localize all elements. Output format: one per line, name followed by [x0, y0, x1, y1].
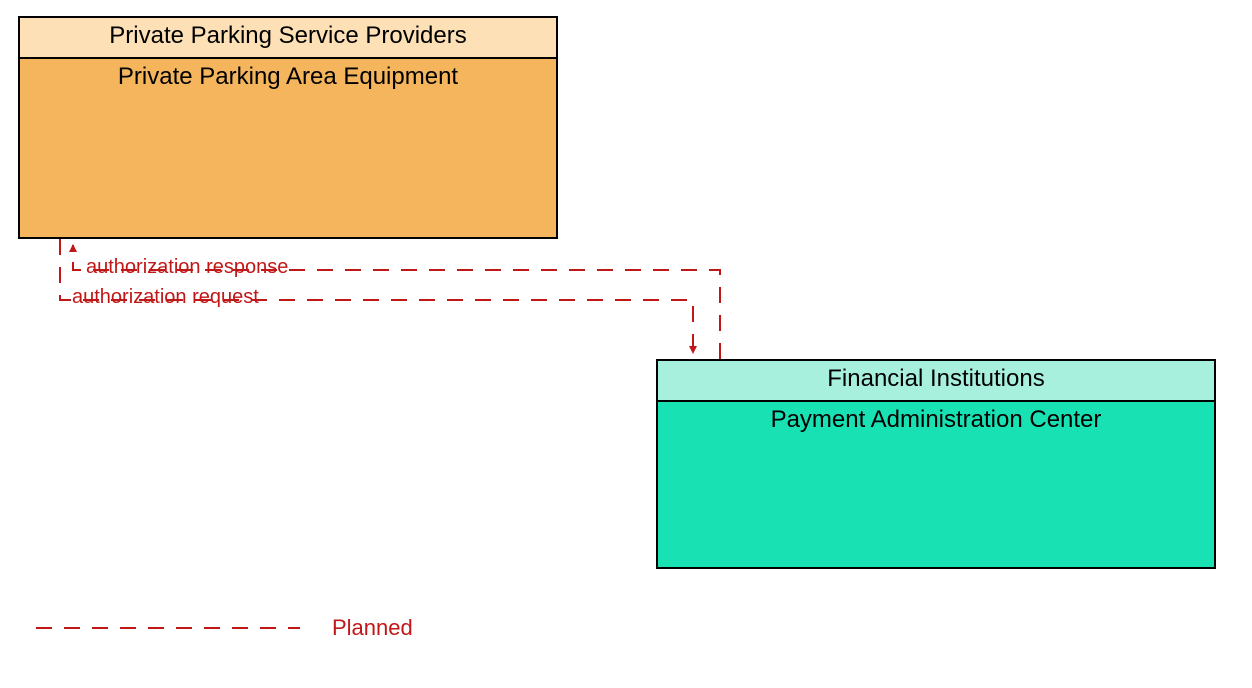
node-payment-admin: Financial Institutions Payment Administr…: [656, 359, 1216, 569]
flow-authorization-response-label: authorization response: [86, 256, 288, 279]
node-payment-admin-owner: Financial Institutions: [658, 361, 1214, 402]
node-private-parking-label: Private Parking Area Equipment: [20, 59, 556, 92]
node-payment-admin-label: Payment Administration Center: [658, 402, 1214, 435]
node-private-parking-owner: Private Parking Service Providers: [20, 18, 556, 59]
diagram-canvas: Private Parking Service Providers Privat…: [0, 0, 1252, 688]
flow-authorization-request-label: authorization request: [72, 286, 259, 309]
node-private-parking: Private Parking Service Providers Privat…: [18, 16, 558, 239]
legend-planned-label: Planned: [332, 615, 413, 641]
